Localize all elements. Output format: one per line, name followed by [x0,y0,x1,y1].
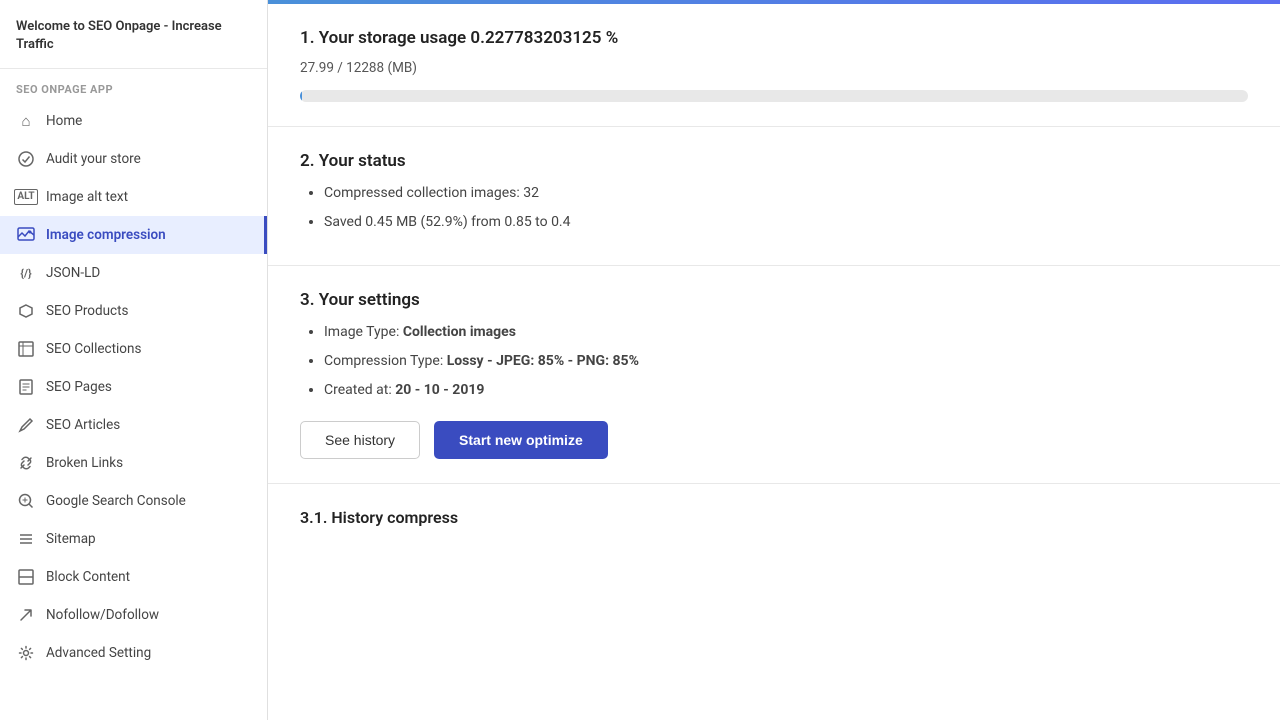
storage-progress-bar-fill [300,90,302,102]
status-item-2: Saved 0.45 MB (52.9%) from 0.85 to 0.4 [324,212,1248,233]
image-type-label: Image Type: [324,324,403,340]
audit-icon [16,149,36,169]
sidebar-item-seo-products[interactable]: SEO Products [0,292,267,330]
storage-title: 1. Your storage usage 0.227783203125 % [300,28,1248,48]
status-list: Compressed collection images: 32 Saved 0… [300,183,1248,233]
sidebar-item-label: Advanced Setting [46,645,151,661]
compression-type-value: Lossy - JPEG: 85% - PNG: 85% [447,353,639,369]
settings-section: 3. Your settings Image Type: Collection … [268,266,1280,484]
sidebar: Welcome to SEO Onpage - Increase Traffic… [0,0,268,720]
settings-image-type: Image Type: Collection images [324,322,1248,343]
nofollow-icon [16,605,36,625]
sidebar-item-audit[interactable]: Audit your store [0,140,267,178]
block-content-icon [16,567,36,587]
button-row: See history Start new optimize [300,421,1248,459]
sidebar-item-label: Nofollow/Dofollow [46,607,159,623]
sidebar-item-label: Image compression [46,227,166,243]
sidebar-header: Welcome to SEO Onpage - Increase Traffic [0,0,267,69]
sitemap-icon [16,529,36,549]
sidebar-title: Welcome to SEO Onpage - Increase Traffic [16,18,251,54]
start-optimize-button[interactable]: Start new optimize [434,421,608,459]
sidebar-item-sitemap[interactable]: Sitemap [0,520,267,558]
broken-links-icon [16,453,36,473]
sidebar-item-seo-pages[interactable]: SEO Pages [0,368,267,406]
sidebar-item-label: Block Content [46,569,130,585]
image-type-value: Collection images [403,324,516,340]
image-compression-icon [16,225,36,245]
sidebar-item-label: SEO Articles [46,417,120,433]
main-content: 1. Your storage usage 0.227783203125 % 2… [268,0,1280,720]
sidebar-item-advanced[interactable]: Advanced Setting [0,634,267,672]
see-history-button[interactable]: See history [300,421,420,459]
status-title: 2. Your status [300,151,1248,171]
history-section: 3.1. History compress [268,484,1280,551]
status-section: 2. Your status Compressed collection ima… [268,127,1280,266]
sidebar-item-alt[interactable]: ALT Image alt text [0,178,267,216]
sidebar-section-label: SEO ONPAGE APP [0,69,267,102]
sidebar-item-label: SEO Collections [46,341,141,357]
sidebar-item-label: Sitemap [46,531,96,547]
storage-section: 1. Your storage usage 0.227783203125 % 2… [268,4,1280,127]
gear-icon [16,643,36,663]
sidebar-item-seo-collections[interactable]: SEO Collections [0,330,267,368]
alt-icon: ALT [16,187,36,207]
json-ld-icon: {/} [16,263,36,283]
settings-title: 3. Your settings [300,290,1248,310]
sidebar-item-block-content[interactable]: Block Content [0,558,267,596]
sidebar-item-google-search[interactable]: Google Search Console [0,482,267,520]
settings-compression-type: Compression Type: Lossy - JPEG: 85% - PN… [324,351,1248,372]
settings-created-at: Created at: 20 - 10 - 2019 [324,380,1248,401]
created-at-value: 20 - 10 - 2019 [395,382,484,398]
sidebar-item-home[interactable]: Home [0,102,267,140]
sidebar-item-label: JSON-LD [46,265,100,281]
sidebar-item-json-ld[interactable]: {/} JSON-LD [0,254,267,292]
sidebar-item-label: SEO Pages [46,379,112,395]
sidebar-item-seo-articles[interactable]: SEO Articles [0,406,267,444]
seo-articles-icon [16,415,36,435]
settings-list: Image Type: Collection images Compressio… [300,322,1248,401]
sidebar-item-label: Broken Links [46,455,123,471]
seo-products-icon [16,301,36,321]
seo-collections-icon [16,339,36,359]
sidebar-item-label: Home [46,113,82,129]
seo-pages-icon [16,377,36,397]
status-item-1: Compressed collection images: 32 [324,183,1248,204]
sidebar-item-nofollow[interactable]: Nofollow/Dofollow [0,596,267,634]
sidebar-item-label: Google Search Console [46,493,186,509]
sidebar-item-broken-links[interactable]: Broken Links [0,444,267,482]
sidebar-item-compression[interactable]: Image compression [0,216,267,254]
sidebar-item-label: SEO Products [46,303,129,319]
compression-type-label: Compression Type: [324,353,447,369]
sidebar-item-label: Audit your store [46,151,141,167]
sidebar-item-label: Image alt text [46,189,128,205]
home-icon [16,111,36,131]
storage-info: 27.99 / 12288 (MB) [300,60,1248,76]
google-search-icon [16,491,36,511]
history-title: 3.1. History compress [300,508,1248,527]
storage-progress-bar-bg [300,90,1248,102]
created-at-label: Created at: [324,382,395,398]
